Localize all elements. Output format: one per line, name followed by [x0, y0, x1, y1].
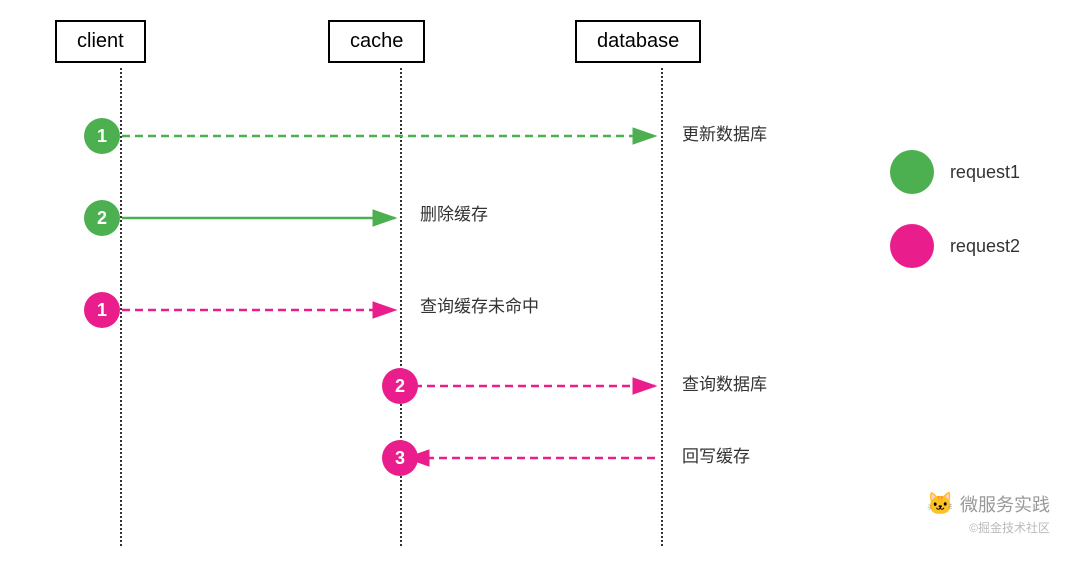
legend-request1: request1	[890, 150, 1020, 194]
arrows-svg	[0, 0, 1080, 566]
actor-client: client	[55, 20, 146, 63]
label-write-back: 回写缓存	[682, 442, 750, 467]
watermark-icon: 🐱	[927, 491, 954, 517]
step-pink-1: 1	[84, 292, 120, 328]
step-green-1: 1	[84, 118, 120, 154]
watermark-sub: ©掘金技术社区	[927, 519, 1050, 536]
step-pink-3: 3	[382, 440, 418, 476]
actor-cache: cache	[328, 20, 425, 63]
legend: request1 request2	[890, 150, 1020, 268]
diagram-container: client cache database	[0, 0, 1080, 566]
actor-database: database	[575, 20, 701, 63]
label-update-db: 更新数据库	[682, 120, 767, 145]
step-pink-2: 2	[382, 368, 418, 404]
legend-circle-pink	[890, 224, 934, 268]
legend-request2: request2	[890, 224, 1020, 268]
lifeline-database	[661, 68, 663, 546]
label-delete-cache: 删除缓存	[420, 200, 488, 225]
label-query-db: 查询数据库	[682, 370, 767, 395]
legend-label-request1: request1	[950, 162, 1020, 183]
legend-label-request2: request2	[950, 236, 1020, 257]
watermark-text: 微服务实践	[960, 491, 1050, 517]
step-green-2: 2	[84, 200, 120, 236]
watermark: 🐱 微服务实践 ©掘金技术社区	[927, 491, 1050, 536]
label-cache-miss: 查询缓存未命中	[420, 292, 539, 317]
lifeline-client	[120, 68, 122, 546]
legend-circle-green	[890, 150, 934, 194]
watermark-main: 🐱 微服务实践	[927, 491, 1050, 517]
